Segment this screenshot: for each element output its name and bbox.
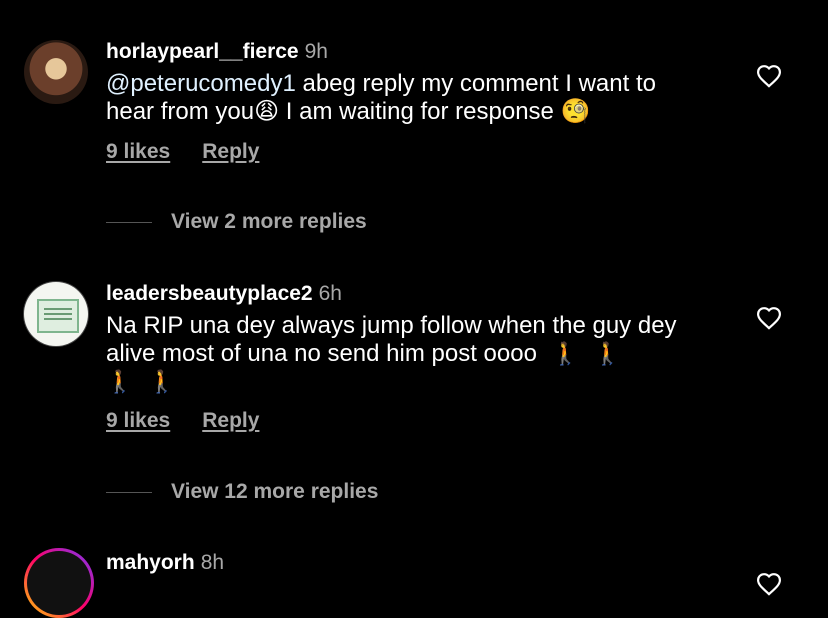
username[interactable]: leadersbeautyplace2 xyxy=(106,282,313,305)
reply-button[interactable]: Reply xyxy=(202,140,259,164)
comment-actions: 9 likes Reply xyxy=(106,140,259,164)
replies-divider-line xyxy=(106,491,152,493)
timestamp: 8h xyxy=(200,551,225,574)
reply-button[interactable]: Reply xyxy=(202,409,259,433)
monocle-face-emoji: 🧐 xyxy=(560,98,591,125)
heart-icon[interactable] xyxy=(755,64,783,88)
likes-count-link[interactable]: 9 likes xyxy=(106,140,170,164)
mention-link[interactable]: @peterucomedy1 xyxy=(106,70,296,97)
walking-person-emoji: 🚶 xyxy=(593,341,622,366)
comment-header: horlaypearl__fierce 9h xyxy=(106,40,708,64)
timestamp: 6h xyxy=(318,282,342,305)
comment-content: horlaypearl__fierce 9h @peterucomedy1 abe… xyxy=(106,40,708,126)
avatar[interactable] xyxy=(24,40,88,104)
walking-person-emoji: 🚶 xyxy=(148,369,176,394)
timestamp: 9h xyxy=(304,40,328,63)
heart-icon[interactable] xyxy=(755,306,783,330)
comment-actions: 9 likes Reply xyxy=(106,409,259,433)
likes-count-link[interactable]: 9 likes xyxy=(106,409,170,433)
view-more-replies-button[interactable]: View 2 more replies xyxy=(106,210,367,234)
heart-icon[interactable] xyxy=(755,572,783,596)
comment-header: leadersbeautyplace2 6h xyxy=(106,282,708,306)
view-more-replies-button[interactable]: View 12 more replies xyxy=(106,480,378,504)
weary-face-emoji: 😩 xyxy=(254,98,280,125)
avatar[interactable] xyxy=(24,548,94,618)
view-more-replies-label[interactable]: View 12 more replies xyxy=(171,480,378,504)
comment-text-part: I am waiting for response xyxy=(285,98,554,125)
walking-person-emoji: 🚶 xyxy=(106,369,134,394)
username[interactable]: horlaypearl__fierce xyxy=(106,40,299,63)
comment-content: mahyorh 8h xyxy=(106,551,708,575)
comment-text: @peterucomedy1 abeg reply my comment I w… xyxy=(106,70,708,126)
comment-content: leadersbeautyplace2 6h Na RIP una dey alw… xyxy=(106,282,708,396)
comment-text-part: Na RIP una dey always jump follow when t… xyxy=(106,312,677,367)
avatar[interactable] xyxy=(24,282,88,346)
comment-text: Na RIP una dey always jump follow when t… xyxy=(106,312,708,396)
certificate-image-icon xyxy=(37,299,79,333)
view-more-replies-label[interactable]: View 2 more replies xyxy=(171,210,367,234)
comment-header: mahyorh 8h xyxy=(106,551,708,575)
replies-divider-line xyxy=(106,221,152,223)
username[interactable]: mahyorh xyxy=(106,551,195,574)
walking-person-emoji: 🚶 xyxy=(551,341,580,366)
